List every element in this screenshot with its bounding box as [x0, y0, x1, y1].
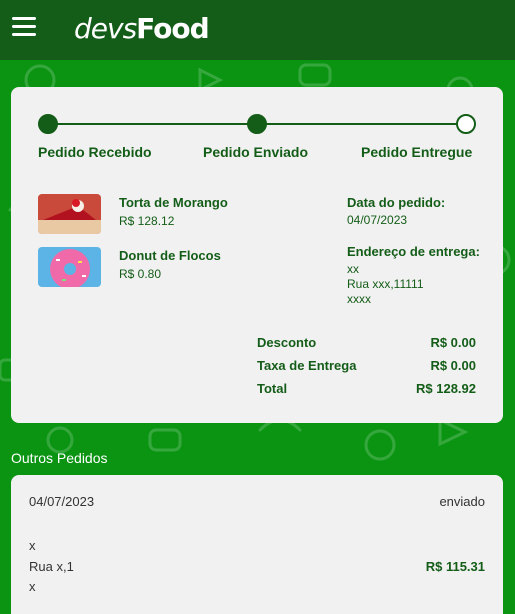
address-line: Rua xxx,11111 [347, 277, 424, 291]
delivery-fee-value: R$ 0.00 [430, 358, 476, 373]
other-order-address-line: Rua x,1 [29, 559, 74, 574]
item-price: R$ 0.80 [119, 267, 162, 281]
order-date-block: Data do pedido: 04/07/2023 [347, 195, 445, 228]
order-date-label: Data do pedido: [347, 195, 446, 210]
total-row: Total R$ 128.92 [257, 381, 476, 396]
order-item: Torta de Morango R$ 128.12 [38, 194, 228, 234]
other-order-card[interactable]: 04/07/2023 enviado x Rua x,1 x R$ 115.31 [11, 475, 503, 614]
item-name: Torta de Morango [119, 195, 228, 210]
other-order-date: 04/07/2023 [29, 494, 95, 509]
order-item: Donut de Flocos R$ 0.80 [38, 247, 221, 287]
devsfood-logo[interactable]: devs Food [74, 10, 210, 46]
hamburger-menu-icon[interactable] [12, 17, 36, 39]
order-card: Pedido Recebido Pedido Enviado Pedido En… [11, 87, 503, 423]
delivery-address-label: Endereço de entrega: [347, 244, 480, 259]
other-order-total: R$ 115.31 [425, 559, 485, 574]
order-date-value: 04/07/2023 [347, 213, 408, 227]
step-label-delivered: Pedido Entregue [361, 144, 473, 160]
discount-value: R$ 0.00 [430, 335, 476, 350]
other-order-address-line: x [29, 538, 36, 553]
tracker-line-completed-1 [48, 123, 257, 125]
step-label-received: Pedido Recebido [38, 144, 152, 160]
discount-row: Desconto R$ 0.00 [257, 335, 476, 350]
top-app-bar: devs Food [0, 0, 515, 60]
step-dot-sent [247, 114, 267, 134]
sprinkle-donut-image [38, 247, 101, 287]
discount-label: Desconto [257, 335, 317, 350]
other-order-address-line: x [29, 579, 36, 594]
step-dot-delivered [456, 114, 476, 134]
delivery-fee-row: Taxa de Entrega R$ 0.00 [257, 358, 476, 373]
tracker-line-completed-2 [257, 123, 367, 125]
delivery-fee-label: Taxa de Entrega [257, 358, 357, 373]
address-line: xxxx [347, 292, 371, 306]
total-value: R$ 128.92 [416, 381, 476, 396]
address-line: xx [347, 262, 359, 276]
total-label: Total [257, 381, 288, 396]
step-dot-received [38, 114, 58, 134]
item-price: R$ 128.12 [119, 214, 175, 228]
item-name: Donut de Flocos [119, 248, 221, 263]
other-order-status: enviado [439, 494, 485, 509]
strawberry-pie-image [38, 194, 101, 234]
step-label-sent: Pedido Enviado [203, 144, 309, 160]
other-orders-title: Outros Pedidos [11, 450, 108, 466]
delivery-address-block: Endereço de entrega: xx Rua xxx,11111 xx… [347, 244, 480, 307]
order-status-tracker [38, 114, 476, 134]
tracker-line-pending [367, 123, 467, 125]
